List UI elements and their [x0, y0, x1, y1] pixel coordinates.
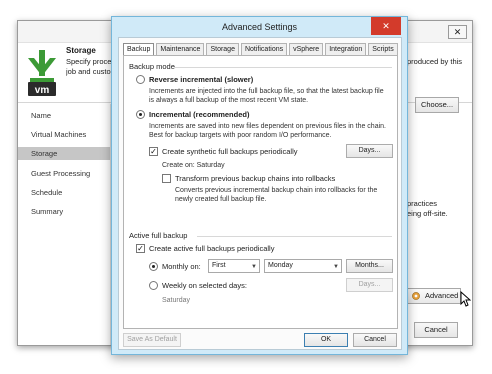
chevron-down-icon: ▼: [333, 264, 339, 270]
active-full-label: Create active full backups periodically: [149, 244, 275, 253]
transform-rollbacks-checkbox[interactable]: [162, 174, 171, 183]
tab-strip: Backup Maintenance Storage Notifications…: [123, 43, 400, 56]
incremental-label: Incremental (recommended): [149, 110, 250, 119]
tab-integration[interactable]: Integration: [325, 43, 367, 55]
tab-scripts[interactable]: Scripts: [368, 43, 398, 55]
monthly-on-radio[interactable]: [149, 262, 158, 271]
cancel-button[interactable]: Cancel: [353, 333, 397, 347]
dialog-body: Backup Maintenance Storage Notifications…: [118, 37, 402, 350]
backup-tab-panel: Backup mode Reverse incremental (slower)…: [123, 55, 398, 329]
transform-rollbacks-label: Transform previous backup chains into ro…: [175, 174, 336, 183]
incremental-radio[interactable]: [136, 110, 145, 119]
wizard-sidebar: Name Virtual Machines Storage Guest Proc…: [18, 104, 111, 345]
weekly-days-button[interactable]: Days...: [346, 278, 393, 292]
tab-storage[interactable]: Storage: [206, 43, 239, 55]
section-divider: [197, 236, 392, 237]
monthly-week-select[interactable]: First ▼: [208, 259, 260, 273]
synthetic-days-button[interactable]: Days...: [346, 144, 393, 158]
wizard-close-button[interactable]: ✕: [448, 25, 467, 39]
tab-notifications[interactable]: Notifications: [240, 43, 288, 55]
mouse-cursor-icon: [460, 291, 471, 307]
active-full-checkbox[interactable]: ✓: [136, 244, 145, 253]
wizard-step-description-right: produced by this: [407, 57, 463, 66]
tab-maintenance[interactable]: Maintenance: [156, 43, 205, 55]
sidebar-item-virtual-machines[interactable]: Virtual Machines: [18, 128, 110, 141]
chevron-down-icon: ▼: [251, 264, 257, 270]
sidebar-item-schedule[interactable]: Schedule: [18, 186, 110, 199]
dialog-close-button[interactable]: ✕: [371, 17, 401, 35]
gear-icon: [412, 292, 420, 300]
transform-rollbacks-description: Converts previous incremental backup cha…: [175, 187, 378, 203]
monthly-on-label: Monthly on:: [162, 262, 201, 271]
advanced-button[interactable]: Advanced: [405, 288, 461, 304]
advanced-settings-dialog: Advanced Settings ✕ Backup Maintenance S…: [111, 16, 408, 355]
sidebar-item-summary[interactable]: Summary: [18, 205, 110, 218]
dialog-title: Advanced Settings: [221, 22, 298, 32]
choose-button[interactable]: Choose...: [415, 97, 459, 113]
months-button[interactable]: Months...: [346, 259, 393, 273]
active-full-section-label: Active full backup: [129, 231, 188, 240]
ok-button[interactable]: OK: [304, 333, 348, 347]
wizard-cancel-button[interactable]: Cancel: [414, 322, 458, 338]
reverse-incremental-description: Increments are injected into the full ba…: [149, 88, 384, 104]
synthetic-full-checkbox[interactable]: ✓: [149, 147, 158, 156]
svg-text:vm: vm: [35, 85, 50, 96]
advanced-button-label: Advanced: [425, 291, 459, 300]
sidebar-item-guest-processing[interactable]: Guest Processing: [18, 167, 110, 180]
incremental-description: Increments are saved into new files depe…: [149, 123, 386, 139]
wizard-step-title: Storage: [66, 46, 96, 55]
weekly-on-label: Weekly on selected days:: [162, 281, 247, 290]
synthetic-create-on-text: Create on: Saturday: [162, 162, 225, 169]
monthly-day-select[interactable]: Monday ▼: [264, 259, 342, 273]
synthetic-full-label: Create synthetic full backups periodical…: [162, 147, 298, 156]
weekly-on-radio[interactable]: [149, 281, 158, 290]
backup-mode-section-label: Backup mode: [129, 62, 175, 71]
sidebar-item-name[interactable]: Name: [18, 109, 110, 122]
sidebar-item-storage[interactable]: Storage: [18, 147, 110, 160]
tab-vsphere[interactable]: vSphere: [289, 43, 324, 55]
storage-note: practices eing off-site.: [407, 199, 448, 218]
vm-storage-icon: vm: [28, 50, 56, 96]
reverse-incremental-label: Reverse incremental (slower): [149, 75, 254, 84]
reverse-incremental-radio[interactable]: [136, 75, 145, 84]
section-divider: [174, 67, 392, 68]
weekly-day-text: Saturday: [162, 297, 191, 304]
save-as-default-button[interactable]: Save As Default: [123, 333, 181, 347]
